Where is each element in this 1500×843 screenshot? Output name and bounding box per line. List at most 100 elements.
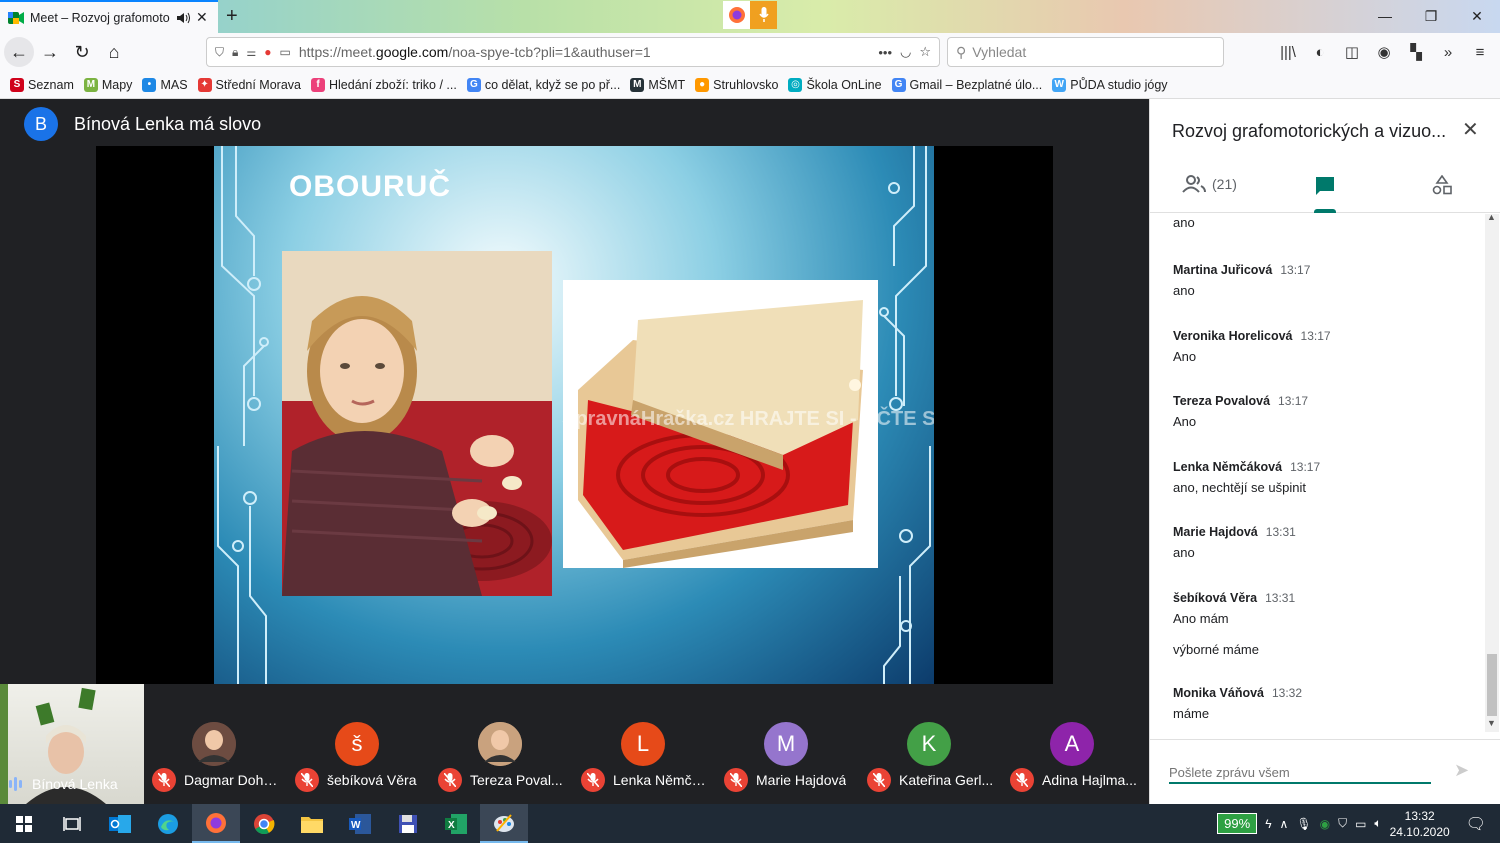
browser-tab-meet[interactable]: Meet – Rozvoj grafomotoric ✕	[0, 0, 218, 33]
save-app-icon[interactable]	[384, 804, 432, 843]
lock-icon[interactable]: 🔒︎	[232, 45, 238, 60]
bookmark-star-icon[interactable]: ☆	[919, 44, 931, 60]
participant-filmstrip: Bínová Lenka Dagmar Dohn... š šebíková Věr…	[0, 684, 1149, 804]
reload-icon[interactable]: ↻	[66, 36, 98, 68]
paint-app-icon[interactable]	[480, 804, 528, 843]
bookmark-item[interactable]: ✦ Střední Morava	[197, 77, 301, 92]
excel-icon[interactable]: X	[432, 804, 480, 843]
chat-message-text: Ano mám	[1173, 610, 1229, 626]
clock[interactable]: 13:32 24.10.2020	[1390, 808, 1450, 840]
url-bar[interactable]: ⛉ 🔒︎ ⚌ ● ▭ https://meet.google.com/noa-s…	[206, 37, 940, 67]
bookmark-item[interactable]: Gco dělat, když se po př...	[466, 77, 620, 92]
tab-chat[interactable]	[1314, 175, 1336, 197]
tray-overflow-icon[interactable]: ∧	[1280, 817, 1289, 831]
tray-microphone-icon[interactable]: 🎙︎	[1296, 817, 1311, 831]
sharing-indicator[interactable]	[723, 1, 777, 29]
bookmark-item[interactable]: f Hledání zboží: triko / ...	[311, 77, 457, 92]
windows-taskbar: W X 99% ϟ ∧ 🎙︎ ◉ ⛉ ▭ 🔈︎ 13:32 24.10.2020…	[0, 804, 1500, 843]
sidebar-icon[interactable]: ◫	[1338, 37, 1366, 67]
firefox-taskbar-icon[interactable]	[192, 804, 240, 843]
chat-scrollbar[interactable]: ▲ ▼	[1485, 212, 1499, 732]
outlook-icon[interactable]	[96, 804, 144, 843]
sync-icon[interactable]: ◐	[1306, 37, 1334, 67]
chat-scrollbar-thumb[interactable]	[1487, 654, 1497, 716]
participant-tile[interactable]: L Lenka Němčá...	[573, 684, 716, 804]
home-icon[interactable]: ⌂	[98, 36, 130, 68]
word-icon[interactable]: W	[336, 804, 384, 843]
start-windows-icon[interactable]	[0, 804, 48, 843]
microphone-permission-icon[interactable]: ●	[264, 45, 271, 59]
chat-sender: Lenka Němčáková	[1173, 459, 1283, 474]
bookmark-item[interactable]: W PŮDA studio jógy	[1052, 77, 1168, 92]
window-close-icon[interactable]: ✕	[1454, 0, 1500, 32]
bookmark-label: Seznam	[28, 77, 74, 92]
chat-message: Monika Váňová 13:32 máme	[1173, 686, 1302, 721]
bookmark-item[interactable]: ◎ Škola OnLine	[788, 77, 882, 92]
extensions-icon[interactable]: ▚	[1402, 37, 1430, 67]
task-view-icon[interactable]	[48, 804, 96, 843]
tab-people[interactable]: (21)	[1182, 175, 1237, 193]
scroll-down-icon[interactable]: ▼	[1487, 718, 1496, 728]
chat-messages[interactable]: ano Martina Juřicová 13:17 ano Veronika Hore…	[1150, 214, 1487, 732]
child-playing-photo	[282, 251, 552, 596]
chat-message-text: Ano	[1173, 414, 1197, 429]
scroll-up-icon[interactable]: ▲	[1487, 212, 1496, 222]
participant-avatar: K	[907, 722, 951, 766]
chat-message-input[interactable]	[1169, 762, 1431, 784]
account-icon[interactable]: ◉	[1370, 37, 1398, 67]
presentation-screen[interactable]: OBOURUČ SpravnáHračka.cz HRAJTE SI - UČT…	[96, 146, 1053, 684]
self-video-tile[interactable]: Bínová Lenka	[0, 684, 144, 804]
permissions-icon[interactable]: ⚌	[246, 46, 256, 59]
participant-tile[interactable]: M Marie Hajdová	[716, 684, 859, 804]
clock-time: 13:32	[1404, 808, 1435, 823]
bookmark-item[interactable]: • MAS	[142, 77, 188, 92]
chrome-icon[interactable]	[240, 804, 288, 843]
microphone-indicator-icon	[750, 1, 777, 29]
panel-close-icon[interactable]: ✕	[1462, 117, 1479, 142]
page-actions-icon[interactable]: •••	[878, 45, 892, 60]
edge-icon[interactable]	[144, 804, 192, 843]
tray-app-icon[interactable]: ◉	[1320, 817, 1330, 831]
library-icon[interactable]: |||\	[1274, 37, 1302, 67]
participant-tile[interactable]: Tereza Poval...	[430, 684, 573, 804]
mic-off-icon	[295, 768, 319, 792]
back-icon[interactable]: ←	[4, 37, 34, 67]
bookmark-favicon-icon: f	[311, 77, 325, 92]
bookmark-item[interactable]: G Gmail – Bezplatné úlo...	[891, 77, 1042, 92]
battery-icon[interactable]: ▭	[1355, 817, 1366, 831]
participant-name-label: Marie Hajdová	[724, 768, 846, 792]
tab-activities[interactable]	[1432, 175, 1452, 195]
send-icon[interactable]: ➤	[1454, 760, 1469, 781]
volume-icon[interactable]: 🔈︎	[1374, 816, 1381, 831]
pocket-icon[interactable]: ◡	[900, 44, 911, 60]
file-explorer-icon[interactable]	[288, 804, 336, 843]
chat-message: Martina Juřicová 13:17 ano	[1173, 263, 1310, 298]
mic-off-icon	[438, 768, 462, 792]
search-bar[interactable]: ⚲ Vyhledat	[947, 37, 1224, 67]
bookmark-item[interactable]: M MŠMT	[630, 77, 685, 92]
notifications-icon[interactable]: 🗨︎	[1466, 814, 1486, 834]
bookmark-item[interactable]: ● Struhlovsko	[695, 77, 778, 92]
more-tools-icon[interactable]: »	[1434, 37, 1462, 67]
participant-tile[interactable]: š šebíková Věra	[287, 684, 430, 804]
participant-tile[interactable]: K Kateřina Gerl...	[859, 684, 1002, 804]
battery-indicator[interactable]: 99%	[1217, 813, 1258, 834]
forward-icon[interactable]: →	[34, 36, 66, 68]
bookmark-item[interactable]: M Mapy	[83, 77, 132, 92]
restore-icon[interactable]: ❐	[1408, 0, 1454, 32]
participant-name-label: Lenka Němčá...	[581, 768, 708, 792]
participant-tile[interactable]: Dagmar Dohn...	[144, 684, 287, 804]
menu-icon[interactable]: ≡	[1466, 37, 1494, 67]
participant-tile[interactable]: A Adina Hajlma...	[1002, 684, 1145, 804]
url-text[interactable]: https://meet.google.com/noa-spye-tcb?pli…	[299, 44, 870, 60]
bookmark-item[interactable]: S Seznam	[10, 77, 74, 92]
tab-close-icon[interactable]: ✕	[196, 9, 208, 26]
speaker-audio-icon[interactable]	[176, 12, 190, 24]
new-tab-button[interactable]: +	[226, 5, 238, 28]
chat-message: Marie Hajdová 13:31 ano	[1173, 525, 1296, 560]
tracking-shield-icon[interactable]: ⛉	[215, 45, 224, 60]
chat-permission-icon[interactable]: ▭	[280, 45, 291, 59]
defender-icon[interactable]: ⛉	[1338, 816, 1347, 831]
minimize-icon[interactable]: —	[1362, 0, 1408, 32]
chat-message-header: Martina Juřicová 13:17	[1173, 263, 1310, 277]
